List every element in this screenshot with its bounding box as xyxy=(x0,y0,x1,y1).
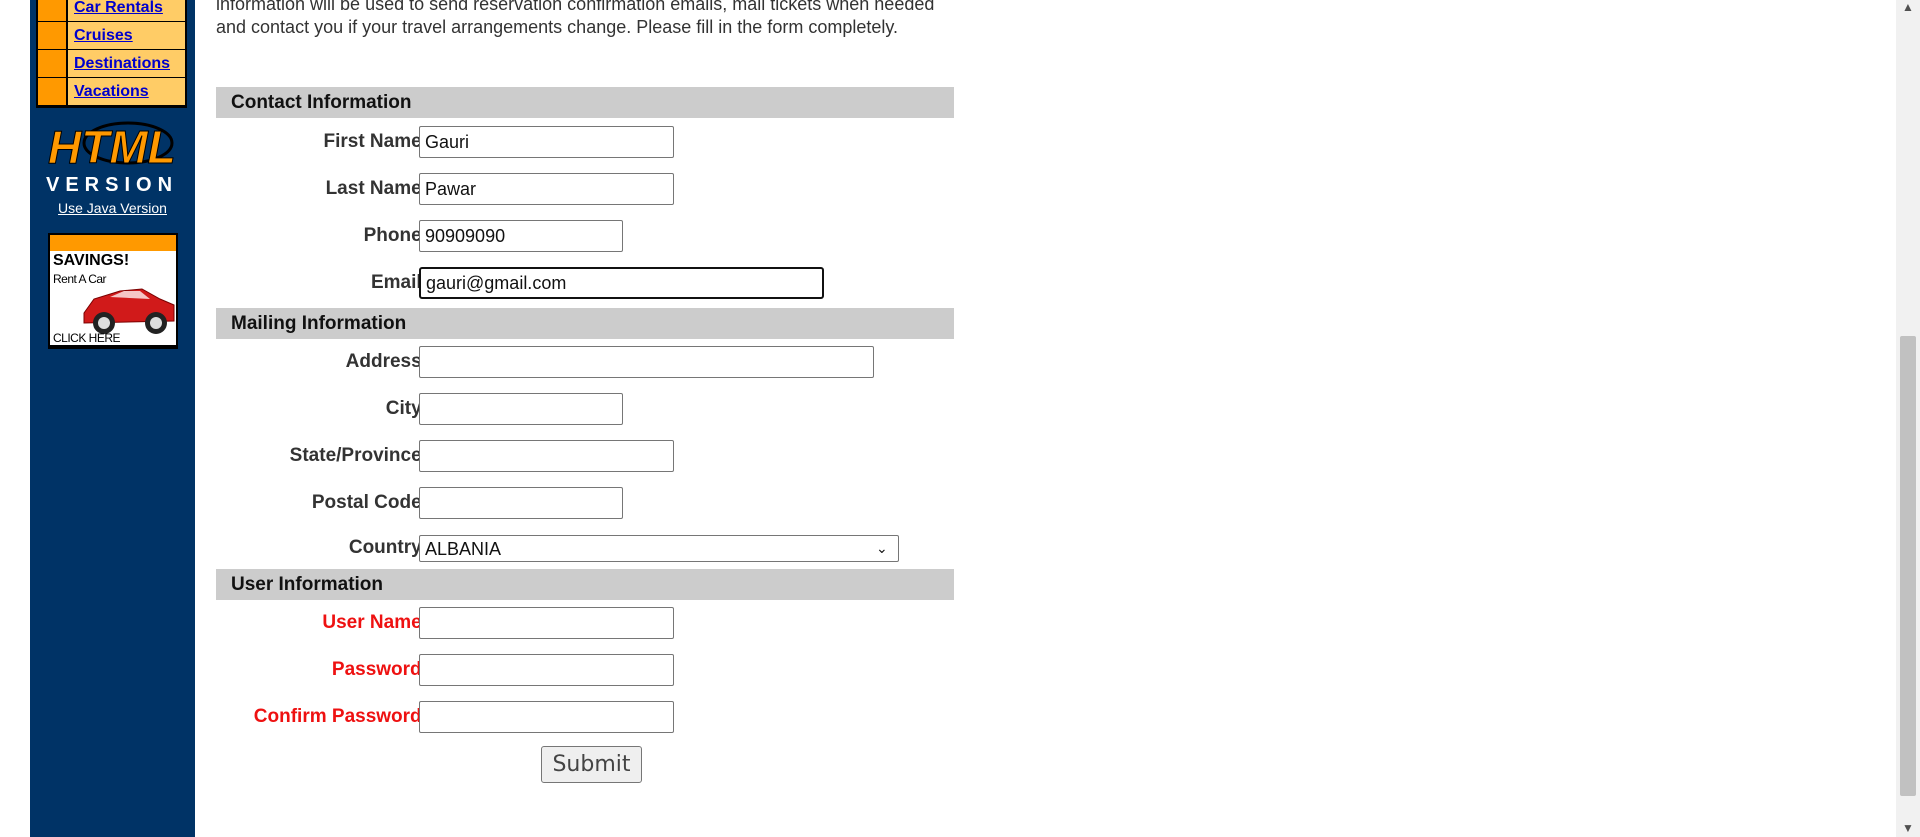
username-input[interactable] xyxy=(419,607,674,639)
nav-menu: Car Rentals Cruises Destinations Vacatio… xyxy=(36,0,187,108)
address-row: Address: xyxy=(216,346,956,380)
state-label: State/Province: xyxy=(289,445,428,466)
city-input[interactable] xyxy=(419,393,623,425)
country-label: Country: xyxy=(348,537,428,558)
confirm-password-input[interactable] xyxy=(419,701,674,733)
last-name-row: Last Name: xyxy=(216,173,956,207)
nav-link-car-rentals[interactable]: Car Rentals xyxy=(74,0,163,17)
confirm-password-row: Confirm Password: xyxy=(216,701,956,735)
email-row: Email: xyxy=(216,267,956,301)
address-label: Address: xyxy=(345,351,428,372)
state-input[interactable] xyxy=(419,440,674,472)
postal-code-label: Postal Code: xyxy=(311,492,428,513)
scrollbar-thumb[interactable] xyxy=(1900,336,1916,796)
nav-item-cruises: Cruises xyxy=(38,22,185,49)
username-label: User Name: xyxy=(322,612,428,633)
left-sidebar: Car Rentals Cruises Destinations Vacatio… xyxy=(30,0,195,837)
country-select[interactable]: ALBANIA xyxy=(419,535,899,562)
vertical-scrollbar[interactable]: ▲ ▼ xyxy=(1896,0,1920,837)
nav-item-destinations: Destinations xyxy=(38,50,185,77)
first-name-row: First Name: xyxy=(216,126,956,160)
nav-bullet xyxy=(38,22,66,49)
section-contact-information: Contact Information xyxy=(216,87,954,118)
ad-body: SAVINGS! Rent A Car CLICK HERE xyxy=(50,251,176,345)
submit-button[interactable]: Submit xyxy=(541,746,642,783)
nav-link-destinations[interactable]: Destinations xyxy=(74,55,170,73)
ad-subtitle: Rent A Car xyxy=(53,272,107,286)
nav-link-vacations[interactable]: Vacations xyxy=(74,83,149,101)
nav-link-cruises[interactable]: Cruises xyxy=(74,27,133,45)
ad-headline: SAVINGS! xyxy=(53,252,130,269)
ad-top-bar xyxy=(50,235,176,251)
postal-code-row: Postal Code: xyxy=(216,487,956,521)
last-name-input[interactable] xyxy=(419,173,674,205)
password-input[interactable] xyxy=(419,654,674,686)
use-java-version-link[interactable]: Use Java Version xyxy=(30,200,195,216)
nav-bullet xyxy=(38,78,66,105)
nav-item-car-rentals: Car Rentals xyxy=(38,0,185,21)
section-mailing-information: Mailing Information xyxy=(216,308,954,339)
html-version-logo: HTML VERSION xyxy=(46,121,178,196)
address-input[interactable] xyxy=(419,346,874,378)
scroll-down-arrow-icon[interactable]: ▼ xyxy=(1896,821,1920,835)
nav-bullet xyxy=(38,0,66,21)
postal-code-input[interactable] xyxy=(419,487,623,519)
first-name-label: First Name: xyxy=(323,131,428,152)
email-input[interactable] xyxy=(419,267,824,299)
confirm-password-label: Confirm Password: xyxy=(253,706,428,727)
nav-bullet xyxy=(38,50,66,77)
last-name-label: Last Name: xyxy=(325,178,428,199)
username-row: User Name: xyxy=(216,607,956,641)
html-logo-text: HTML xyxy=(48,121,176,173)
phone-row: Phone: xyxy=(216,220,956,254)
country-row: Country: ALBANIA ⌄ xyxy=(216,535,956,569)
phone-input[interactable] xyxy=(419,220,623,252)
ad-cta: CLICK HERE xyxy=(53,331,121,345)
password-label: Password: xyxy=(331,659,428,680)
state-row: State/Province: xyxy=(216,440,956,474)
intro-paragraph: information will be used to send reserva… xyxy=(216,0,935,37)
scroll-up-arrow-icon[interactable]: ▲ xyxy=(1896,0,1920,14)
city-row: City: xyxy=(216,393,956,427)
rent-a-car-ad[interactable]: SAVINGS! Rent A Car CLICK HERE xyxy=(48,233,178,349)
version-logo-text: VERSION xyxy=(46,174,178,195)
first-name-input[interactable] xyxy=(419,126,674,158)
password-row: Password: xyxy=(216,654,956,688)
nav-item-vacations: Vacations xyxy=(38,78,185,105)
section-user-information: User Information xyxy=(216,569,954,600)
